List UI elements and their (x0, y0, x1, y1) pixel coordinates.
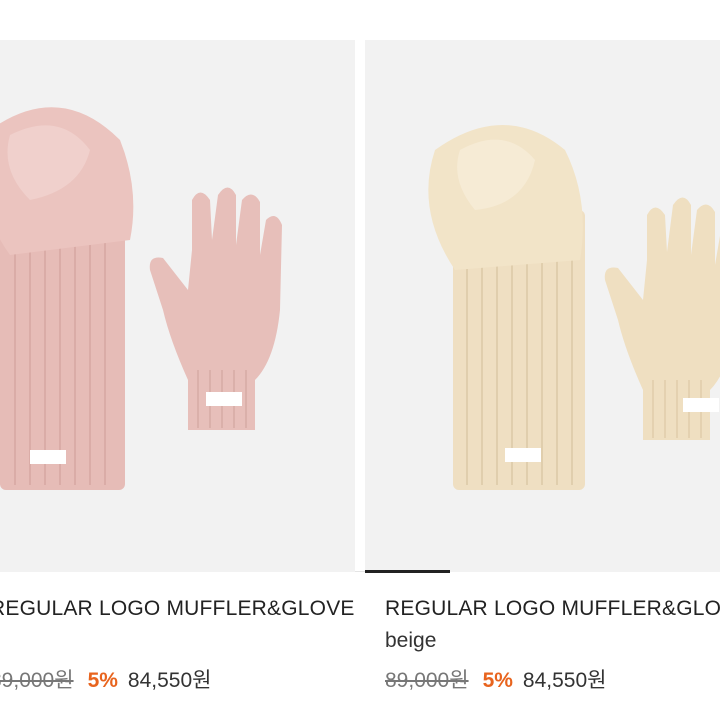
product-color: beige (385, 629, 437, 652)
sale-price: 84,550원 (127, 669, 212, 692)
product-title[interactable]: REGULAR LOGO MUFFLER&GLOVE (385, 597, 720, 621)
price-row: 89,000원 5% 84,550원 (0, 664, 211, 694)
discount-rate: 5% (87, 669, 118, 692)
discount-rate: 5% (482, 669, 513, 692)
beige-muffler-glove-image (428, 125, 720, 490)
pink-muffler-glove-image (0, 107, 282, 490)
product-image[interactable] (365, 40, 720, 572)
sale-price: 84,550원 (522, 669, 607, 692)
product-title[interactable]: REGULAR LOGO MUFFLER&GLOVE (0, 597, 355, 621)
product-image[interactable] (0, 40, 355, 572)
original-price: 89,000원 (0, 669, 74, 692)
price-row: 89,000원 5% 84,550원 (385, 664, 606, 694)
original-price: 89,000원 (385, 669, 469, 692)
carousel-indicator (365, 570, 450, 573)
